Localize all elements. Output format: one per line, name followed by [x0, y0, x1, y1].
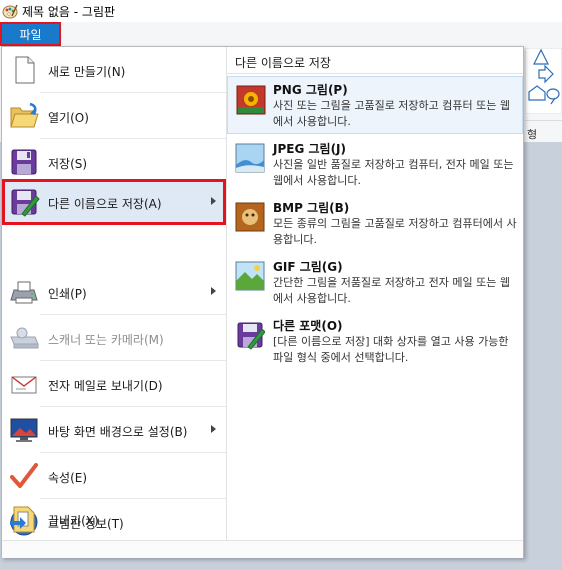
menu-item-label: 속성(E) — [48, 471, 88, 485]
menu-item-label: 인쇄(P) — [48, 287, 87, 301]
email-icon — [11, 376, 37, 394]
submenu-header: 다른 이름으로 저장 — [235, 56, 331, 70]
menu-item-label: 다른 이름으로 저장(A) — [48, 197, 162, 211]
menu-item-print[interactable]: 인쇄(P) — [2, 269, 226, 315]
save-as-bmp[interactable]: BMP 그림(B) 모든 종류의 그림을 고품질로 저장하고 컴퓨터에서 사용합… — [227, 194, 523, 252]
window-title: 제목 없음 - 그림판 — [22, 5, 116, 19]
menu-item-email[interactable]: 전자 메일로 보내기(D) — [2, 361, 226, 407]
ribbon-group-label: 형 — [527, 128, 538, 141]
exit-icon — [10, 506, 35, 533]
format-title: PNG 그림(P) — [273, 83, 348, 97]
menu-item-label: 바탕 화면 배경으로 설정(B) — [48, 425, 188, 439]
menu-item-set-desktop-background[interactable]: 바탕 화면 배경으로 설정(B) — [2, 407, 226, 453]
checkmark-icon — [10, 463, 38, 488]
format-description: 간단한 그림을 저품질로 저장하고 전자 메일 또는 웹에서 사용합니다. — [273, 276, 510, 305]
jpeg-image-icon — [235, 143, 265, 173]
menu-item-open[interactable]: 열기(O) — [2, 93, 226, 139]
save-as-icon — [11, 189, 40, 217]
format-description: 사진 또는 그림을 고품질로 저장하고 컴퓨터 또는 웹에서 사용합니다. — [273, 99, 510, 128]
ribbon-divider — [525, 120, 562, 121]
file-menu-commands: 새로 만들기(N) 열기(O) 저장(S) 다른 이름으로 저장(A) 인쇄(P… — [2, 47, 226, 545]
submenu-arrow-icon — [211, 197, 216, 205]
file-tab-label: 파일 — [19, 27, 42, 42]
save-as-png[interactable]: PNG 그림(P) 사진 또는 그림을 고품질로 저장하고 컴퓨터 또는 웹에서… — [227, 76, 523, 134]
submenu-header-divider — [227, 73, 523, 74]
menu-item-label: 스캐너 또는 카메라(M) — [48, 333, 164, 347]
new-document-icon — [15, 56, 35, 84]
submenu-arrow-icon — [211, 287, 216, 295]
save-as-other-format[interactable]: 다른 포맷(O) [다른 이름으로 저장] 대화 상자를 열고 사용 가능한 파… — [227, 312, 523, 370]
menu-item-label: 끝내기(X) — [48, 514, 99, 528]
menu-item-exit-visible[interactable]: 끝내기(X) — [2, 496, 226, 542]
title-bar: 제목 없음 - 그림판 — [0, 0, 562, 22]
menu-item-properties[interactable]: 속성(E) — [2, 453, 226, 499]
menu-footer — [2, 540, 523, 558]
paint-app-icon — [2, 4, 18, 19]
submenu-arrow-icon — [211, 425, 216, 433]
desktop-background-icon — [10, 418, 38, 442]
menu-item-label: 전자 메일로 보내기(D) — [48, 379, 163, 393]
file-menu: 새로 만들기(N) 열기(O) 저장(S) 다른 이름으로 저장(A) 인쇄(P… — [1, 46, 524, 558]
format-title: GIF 그림(G) — [273, 260, 343, 274]
bmp-image-icon — [235, 202, 265, 232]
printer-icon — [10, 281, 38, 304]
format-description: 모든 종류의 그림을 고품질로 저장하고 컴퓨터에서 사용합니다. — [273, 217, 517, 246]
menu-item-new[interactable]: 새로 만들기(N) — [2, 47, 226, 93]
menu-item-scanner[interactable]: 스캐너 또는 카메라(M) — [2, 315, 226, 361]
format-description: [다른 이름으로 저장] 대화 상자를 열고 사용 가능한 파일 형식 중에서 … — [273, 335, 509, 364]
menu-item-label: 열기(O) — [48, 111, 89, 125]
format-title: BMP 그림(B) — [273, 201, 350, 215]
file-tab[interactable]: 파일 — [0, 22, 61, 46]
save-as-gif[interactable]: GIF 그림(G) 간단한 그림을 저품질로 저장하고 전자 메일 또는 웹에서… — [227, 253, 523, 311]
format-title: JPEG 그림(J) — [273, 142, 346, 156]
scanner-icon — [10, 327, 39, 349]
png-image-icon — [236, 85, 266, 115]
other-format-icon — [237, 322, 265, 350]
menu-item-label: 저장(S) — [48, 157, 88, 171]
format-title: 다른 포맷(O) — [273, 319, 343, 333]
shapes-gallery[interactable] — [525, 48, 562, 114]
menu-item-label: 새로 만들기(N) — [48, 65, 126, 79]
save-as-jpeg[interactable]: JPEG 그림(J) 사진을 일반 품질로 저장하고 컴퓨터, 전자 메일 또는… — [227, 135, 523, 193]
gif-image-icon — [235, 261, 265, 291]
format-description: 사진을 일반 품질로 저장하고 컴퓨터, 전자 메일 또는 웹에서 사용합니다. — [273, 158, 514, 187]
open-folder-icon — [10, 102, 39, 128]
save-disk-icon — [11, 149, 37, 175]
menu-item-save-as[interactable]: 다른 이름으로 저장(A) — [2, 179, 226, 225]
